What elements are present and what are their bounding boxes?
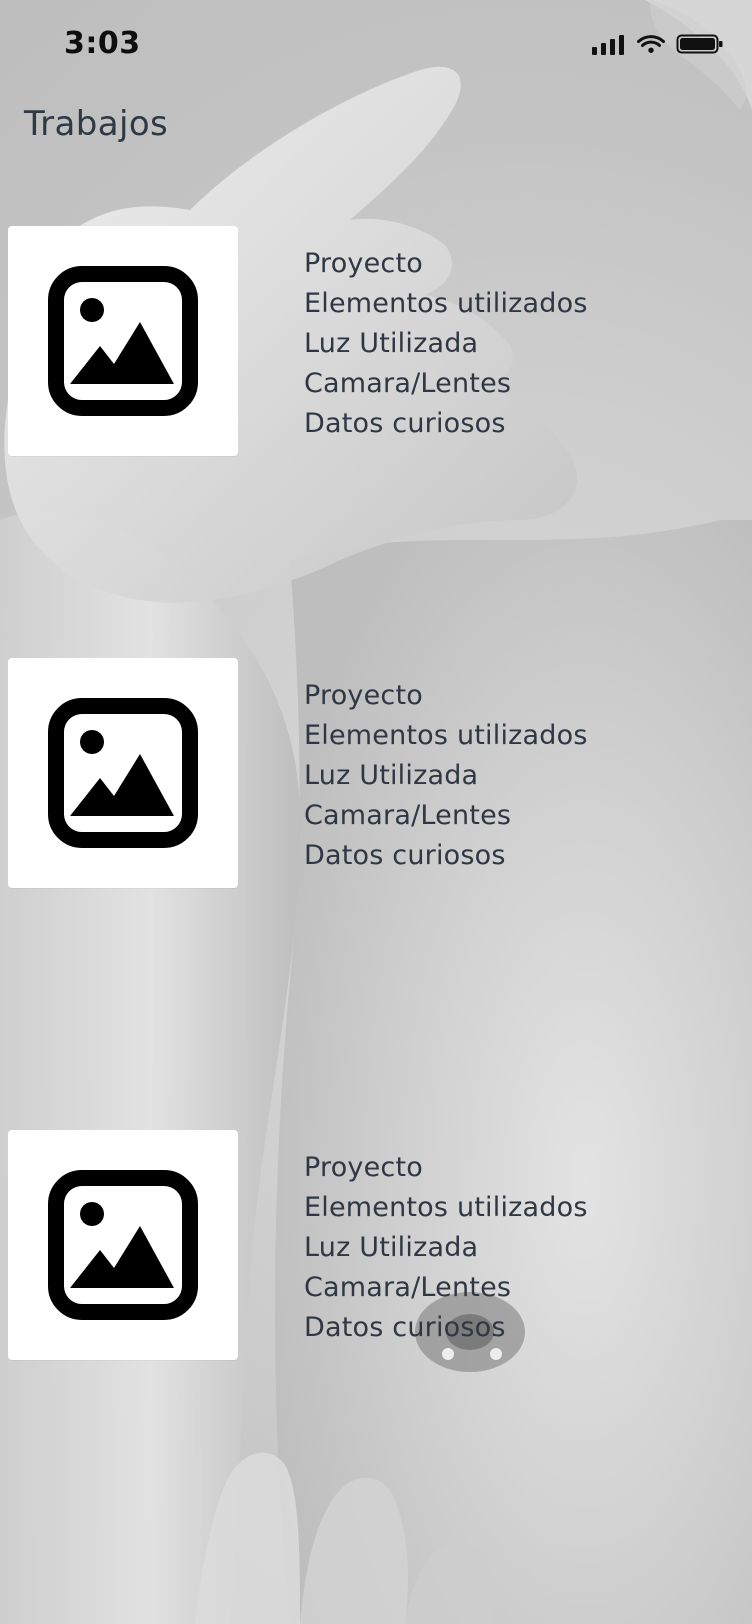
battery-icon xyxy=(676,32,724,60)
work-thumbnail-1[interactable] xyxy=(8,226,238,456)
status-time: 3:03 xyxy=(64,26,141,61)
work-fun-facts-label: Datos curiosos xyxy=(304,408,506,439)
work-thumbnail-3[interactable] xyxy=(8,1130,238,1360)
work-item-2[interactable]: Proyecto Elementos utilizados Luz Utiliz… xyxy=(8,658,608,888)
work-details-1: Proyecto Elementos utilizados Luz Utiliz… xyxy=(304,244,624,444)
work-light-label: Luz Utilizada xyxy=(304,760,479,791)
work-elements-label: Elementos utilizados xyxy=(304,288,588,319)
image-placeholder-icon xyxy=(48,698,198,848)
work-item-3[interactable]: Proyecto Elementos utilizados Luz Utiliz… xyxy=(8,1130,608,1360)
work-light-label: Luz Utilizada xyxy=(304,1232,479,1263)
status-icons xyxy=(592,33,724,59)
work-light-label: Luz Utilizada xyxy=(304,328,479,359)
work-project-label: Proyecto xyxy=(304,248,423,279)
page-title: Trabajos xyxy=(24,104,169,144)
work-project-label: Proyecto xyxy=(304,680,423,711)
work-camera-lens-label: Camara/Lentes xyxy=(304,800,512,831)
status-bar: 3:03 xyxy=(0,0,752,95)
wifi-icon xyxy=(636,33,666,59)
work-fun-facts-label: Datos curiosos xyxy=(304,1312,506,1343)
work-details-2: Proyecto Elementos utilizados Luz Utiliz… xyxy=(304,676,624,876)
work-project-label: Proyecto xyxy=(304,1152,423,1183)
work-details-3: Proyecto Elementos utilizados Luz Utiliz… xyxy=(304,1148,624,1348)
work-camera-lens-label: Camara/Lentes xyxy=(304,368,512,399)
work-thumbnail-2[interactable] xyxy=(8,658,238,888)
work-elements-label: Elementos utilizados xyxy=(304,720,588,751)
work-fun-facts-label: Datos curiosos xyxy=(304,840,506,871)
work-item-1[interactable]: Proyecto Elementos utilizados Luz Utiliz… xyxy=(8,226,608,456)
cellular-signal-icon xyxy=(592,33,626,59)
work-elements-label: Elementos utilizados xyxy=(304,1192,588,1223)
work-camera-lens-label: Camara/Lentes xyxy=(304,1272,512,1303)
image-placeholder-icon xyxy=(48,1170,198,1320)
image-placeholder-icon xyxy=(48,266,198,416)
